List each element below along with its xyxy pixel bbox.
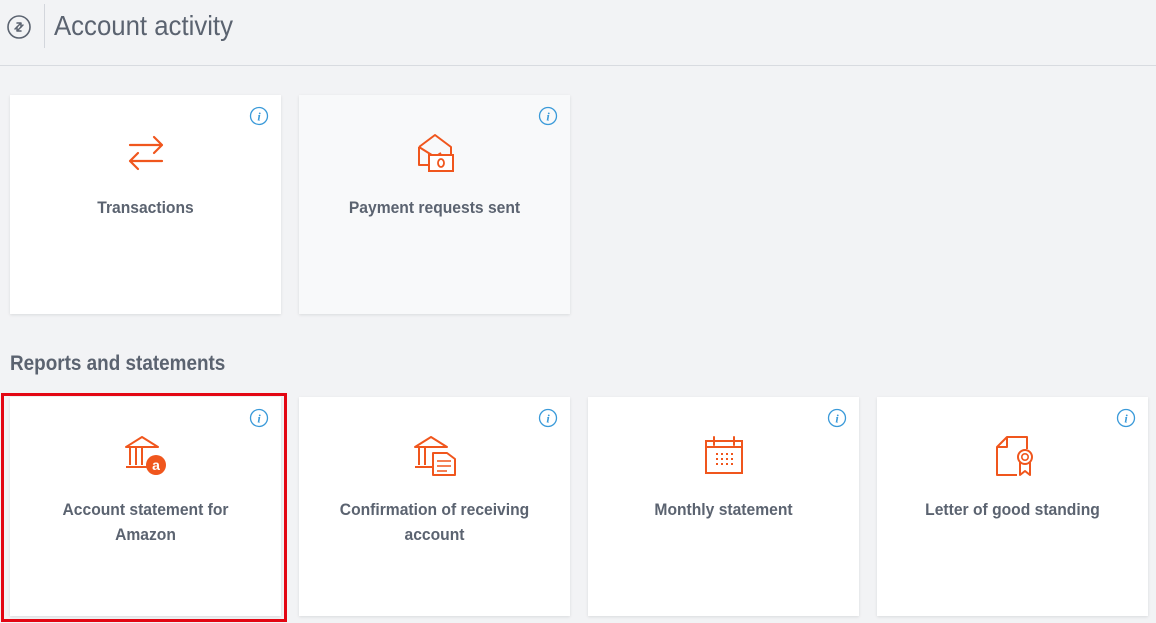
svg-text:i: i — [1124, 412, 1128, 426]
header-divider — [44, 4, 45, 48]
card-label: Payment requests sent — [348, 198, 521, 217]
info-icon[interactable]: i — [1116, 408, 1136, 428]
svg-text:i: i — [257, 110, 261, 124]
account-activity-icon — [7, 15, 31, 39]
bank-document-icon — [413, 436, 456, 476]
bank-amazon-icon: a — [124, 436, 166, 475]
info-icon[interactable]: i — [249, 106, 269, 126]
transfer-arrows-icon — [128, 135, 163, 171]
page-header: Account activity — [0, 0, 1156, 66]
info-icon[interactable]: i — [249, 408, 269, 428]
card-label: Transactions — [97, 198, 194, 217]
info-icon[interactable]: i — [827, 408, 847, 428]
calendar-icon — [704, 436, 743, 474]
svg-text:i: i — [546, 110, 550, 124]
payment-requests-sent-card[interactable]: i Payment requests sent — [299, 95, 570, 314]
transactions-card[interactable]: i Transactions — [10, 95, 281, 314]
page-title: Account activity — [54, 10, 233, 41]
info-icon[interactable]: i — [538, 106, 558, 126]
certificate-icon — [995, 436, 1033, 476]
info-icon[interactable]: i — [538, 408, 558, 428]
svg-text:a: a — [152, 457, 160, 473]
confirmation-receiving-account-card[interactable]: i Confirmation of receiving account — [299, 397, 570, 616]
svg-text:i: i — [835, 412, 839, 426]
monthly-statement-card[interactable]: i Monthly statement — [588, 397, 859, 616]
section-title-reports: Reports and statements — [10, 352, 226, 375]
card-label: Confirmation of receiving account — [339, 500, 530, 544]
card-label: Letter of good standing — [925, 500, 1100, 519]
letter-good-standing-card[interactable]: i Letter of good standing — [877, 397, 1148, 616]
account-statement-amazon-card[interactable]: i a Account statement for Amazon — [10, 397, 281, 616]
card-label: Monthly statement — [654, 500, 793, 519]
svg-text:i: i — [257, 412, 261, 426]
envelope-money-icon — [417, 134, 454, 172]
svg-text:i: i — [546, 412, 550, 426]
card-label: Account statement for Amazon — [62, 500, 229, 544]
